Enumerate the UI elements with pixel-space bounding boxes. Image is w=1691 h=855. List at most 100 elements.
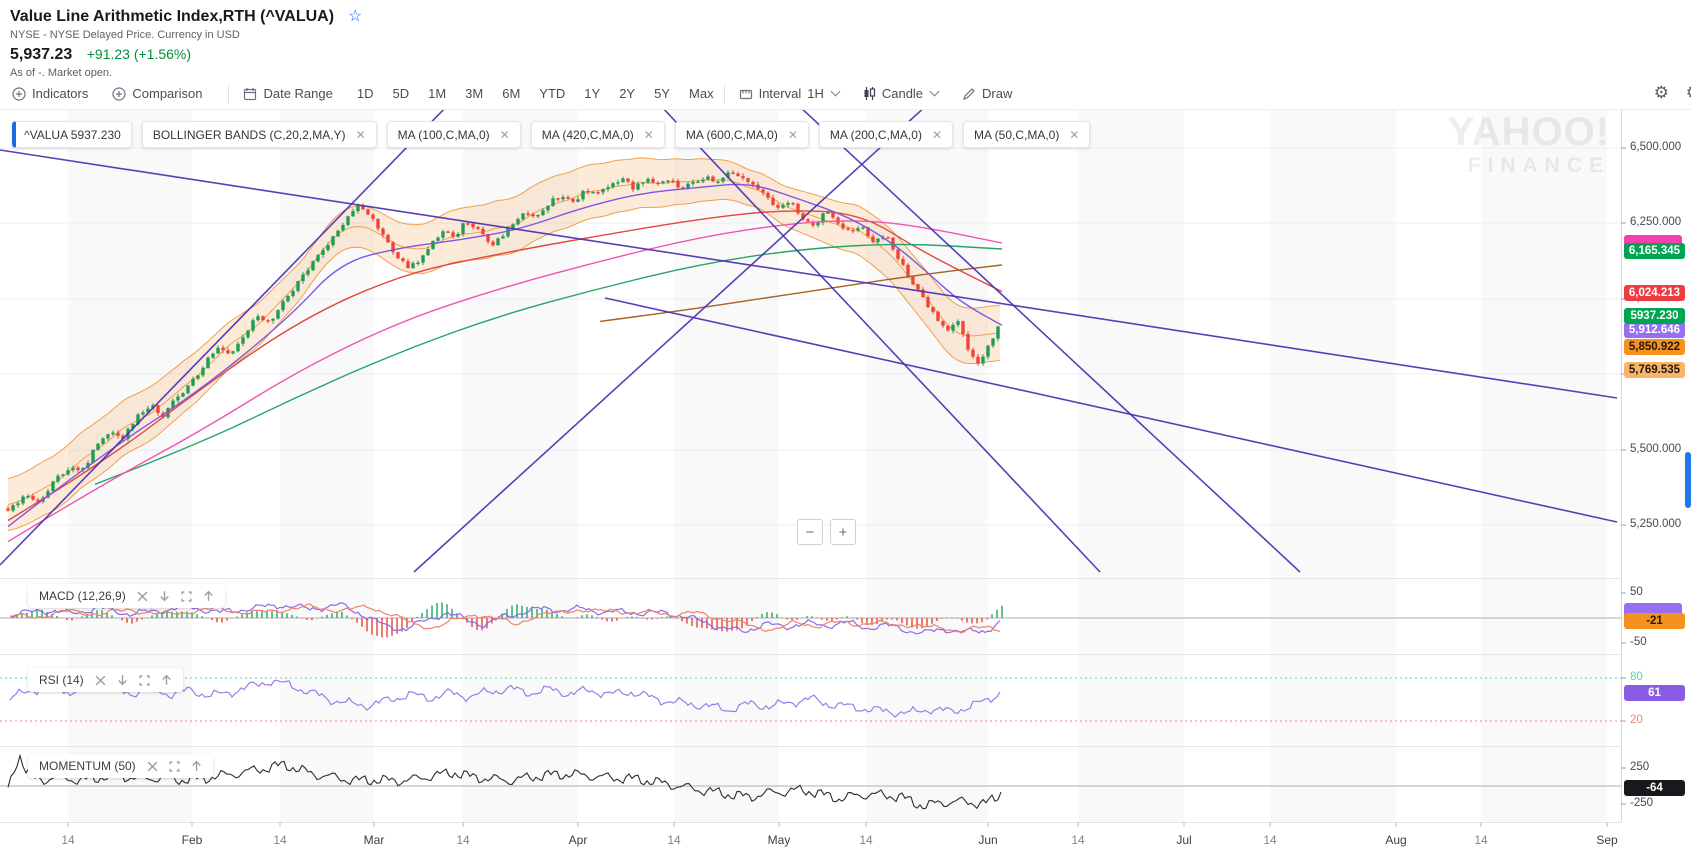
price-axis-label: 5,250.000 xyxy=(1630,518,1682,530)
close-icon[interactable] xyxy=(147,761,158,772)
ma-420-value-badge: 6,165.345 xyxy=(1624,243,1685,259)
settings-gear-partial-icon[interactable]: ⚙ xyxy=(1686,83,1691,103)
x-axis-label: Apr xyxy=(568,833,588,847)
ma-50-value-badge: 5,912.646 xyxy=(1624,322,1685,338)
close-icon[interactable]: ✕ xyxy=(500,128,510,142)
settings-gear-icon[interactable]: ⚙ xyxy=(1654,83,1669,103)
momentum-value-badge: -64 xyxy=(1624,780,1685,796)
move-up-icon[interactable] xyxy=(161,674,172,686)
interval-dropdown[interactable]: Interval 1H xyxy=(739,86,841,101)
range-button-3m[interactable]: 3M xyxy=(465,86,483,101)
indicators-button[interactable]: Indicators xyxy=(12,86,88,101)
quote-subtitle: NYSE - NYSE Delayed Price. Currency in U… xyxy=(10,29,240,41)
expand-icon[interactable] xyxy=(181,590,192,602)
price-change: +91.23 (+1.56%) xyxy=(86,46,192,62)
range-button-ytd[interactable]: YTD xyxy=(539,86,565,101)
chart-type-dropdown[interactable]: Candle xyxy=(863,86,940,101)
x-axis-label: Aug xyxy=(1385,833,1407,847)
close-icon[interactable]: ✕ xyxy=(932,128,942,142)
close-icon[interactable] xyxy=(95,675,106,686)
range-button-6m[interactable]: 6M xyxy=(502,86,520,101)
zoom-out-button[interactable]: − xyxy=(797,519,823,545)
rsi-panel-chip[interactable]: RSI (14) xyxy=(28,668,183,692)
range-button-1m[interactable]: 1M xyxy=(428,86,446,101)
ma-100-value-badge: 6,024.213 xyxy=(1624,285,1685,301)
move-down-icon[interactable] xyxy=(159,590,170,602)
osc-axis-label: -250 xyxy=(1630,797,1654,809)
close-icon[interactable]: ✕ xyxy=(788,128,798,142)
expand-icon[interactable] xyxy=(169,760,180,772)
last-price: 5,937.23 xyxy=(10,46,73,63)
indicator-pill-4[interactable]: MA (200,C,MA,0) ✕ xyxy=(818,121,953,148)
x-axis-label: Jul xyxy=(1176,833,1192,847)
date-range-label: Date Range xyxy=(263,86,333,101)
x-axis-label: May xyxy=(767,833,791,847)
range-button-max[interactable]: Max xyxy=(689,86,714,101)
chevron-down-icon xyxy=(830,86,841,97)
chart-scrollbar-thumb[interactable] xyxy=(1685,452,1691,508)
pencil-icon xyxy=(963,87,975,100)
x-axis-label: 14 xyxy=(1263,833,1277,847)
interval-value: 1H xyxy=(807,86,824,101)
range-button-1y[interactable]: 1Y xyxy=(584,86,600,101)
indicator-pill-3[interactable]: MA (600,C,MA,0) ✕ xyxy=(674,121,809,148)
range-button-1d[interactable]: 1D xyxy=(357,86,374,101)
chevron-down-icon xyxy=(929,86,940,97)
indicator-pill-label: BOLLINGER BANDS (C,20,2,MA,Y) xyxy=(152,127,346,142)
indicators-label: Indicators xyxy=(32,86,89,101)
close-icon[interactable]: ✕ xyxy=(356,128,366,142)
indicator-pill-label: MA (600,C,MA,0) xyxy=(685,127,778,142)
indicator-pill-label: MA (100,C,MA,0) xyxy=(397,127,490,142)
interval-label: Interval xyxy=(758,86,802,101)
indicator-pill-1[interactable]: MA (100,C,MA,0) ✕ xyxy=(386,121,521,148)
date-range-button[interactable]: Date Range xyxy=(243,86,333,101)
momentum-panel-chip[interactable]: MOMENTUM (50) xyxy=(28,754,213,778)
move-down-icon[interactable] xyxy=(117,674,128,686)
osc-axis-label: 20 xyxy=(1630,714,1643,726)
move-up-icon[interactable] xyxy=(191,760,202,772)
price-axis-label: 6,250.000 xyxy=(1630,216,1682,228)
move-up-icon[interactable] xyxy=(203,590,214,602)
range-buttons: 1D 5D 1M 3M 6M YTD 1Y 2Y 5Y Max xyxy=(357,86,714,101)
indicator-pill-2[interactable]: MA (420,C,MA,0) ✕ xyxy=(530,121,665,148)
zoom-in-button[interactable]: + xyxy=(830,519,856,545)
quote-header: Value Line Arithmetic Index,RTH (^VALUA)… xyxy=(0,0,363,79)
x-axis-label: Feb xyxy=(181,833,203,847)
bb-middle-value-badge: 5,850.922 xyxy=(1624,339,1685,355)
close-icon[interactable]: ✕ xyxy=(644,128,654,142)
osc-axis-label: 50 xyxy=(1630,586,1643,598)
x-axis-label: Jun xyxy=(978,833,998,847)
macd-panel-label: MACD (12,26,9) xyxy=(39,589,126,603)
osc-axis-label: 250 xyxy=(1630,761,1650,773)
close-icon[interactable]: ✕ xyxy=(1069,128,1079,142)
x-axis-label: 14 xyxy=(1071,833,1085,847)
indicator-pill-label: MA (200,C,MA,0) xyxy=(829,127,922,142)
indicator-pill-5[interactable]: MA (50,C,MA,0) ✕ xyxy=(963,121,1091,148)
plus-circle-icon xyxy=(12,86,26,101)
comparison-button[interactable]: Comparison xyxy=(112,86,202,101)
main-series-pill[interactable]: ^VALUA 5937.230 xyxy=(12,121,132,148)
toolbar-divider xyxy=(228,84,230,103)
expand-icon[interactable] xyxy=(139,674,150,686)
zoom-controls: − + xyxy=(797,519,856,545)
page-title: Value Line Arithmetic Index,RTH (^VALUA) xyxy=(10,8,335,25)
close-icon[interactable] xyxy=(137,591,148,602)
x-axis-label: 14 xyxy=(859,833,873,847)
x-axis-label: 14 xyxy=(456,833,470,847)
range-button-2y[interactable]: 2Y xyxy=(619,86,635,101)
toolbar-divider xyxy=(723,84,725,103)
rsi-value-badge: 61 xyxy=(1624,685,1685,701)
interval-icon xyxy=(739,89,752,99)
bb-lower-value-badge: 5,769.535 xyxy=(1624,362,1685,378)
macd-panel-chip[interactable]: MACD (12,26,9) xyxy=(28,584,225,608)
x-axis-label: 14 xyxy=(273,833,287,847)
draw-label: Draw xyxy=(982,86,1013,101)
range-button-5d[interactable]: 5D xyxy=(392,86,409,101)
star-icon[interactable]: ☆ xyxy=(348,8,362,25)
indicator-pill-label: MA (420,C,MA,0) xyxy=(541,127,634,142)
indicator-pill-0[interactable]: BOLLINGER BANDS (C,20,2,MA,Y) ✕ xyxy=(141,121,377,148)
last-price-badge: 5937.230 xyxy=(1624,308,1685,324)
comparison-label: Comparison xyxy=(132,86,203,101)
range-button-5y[interactable]: 5Y xyxy=(654,86,670,101)
draw-button[interactable]: Draw xyxy=(962,86,1012,101)
